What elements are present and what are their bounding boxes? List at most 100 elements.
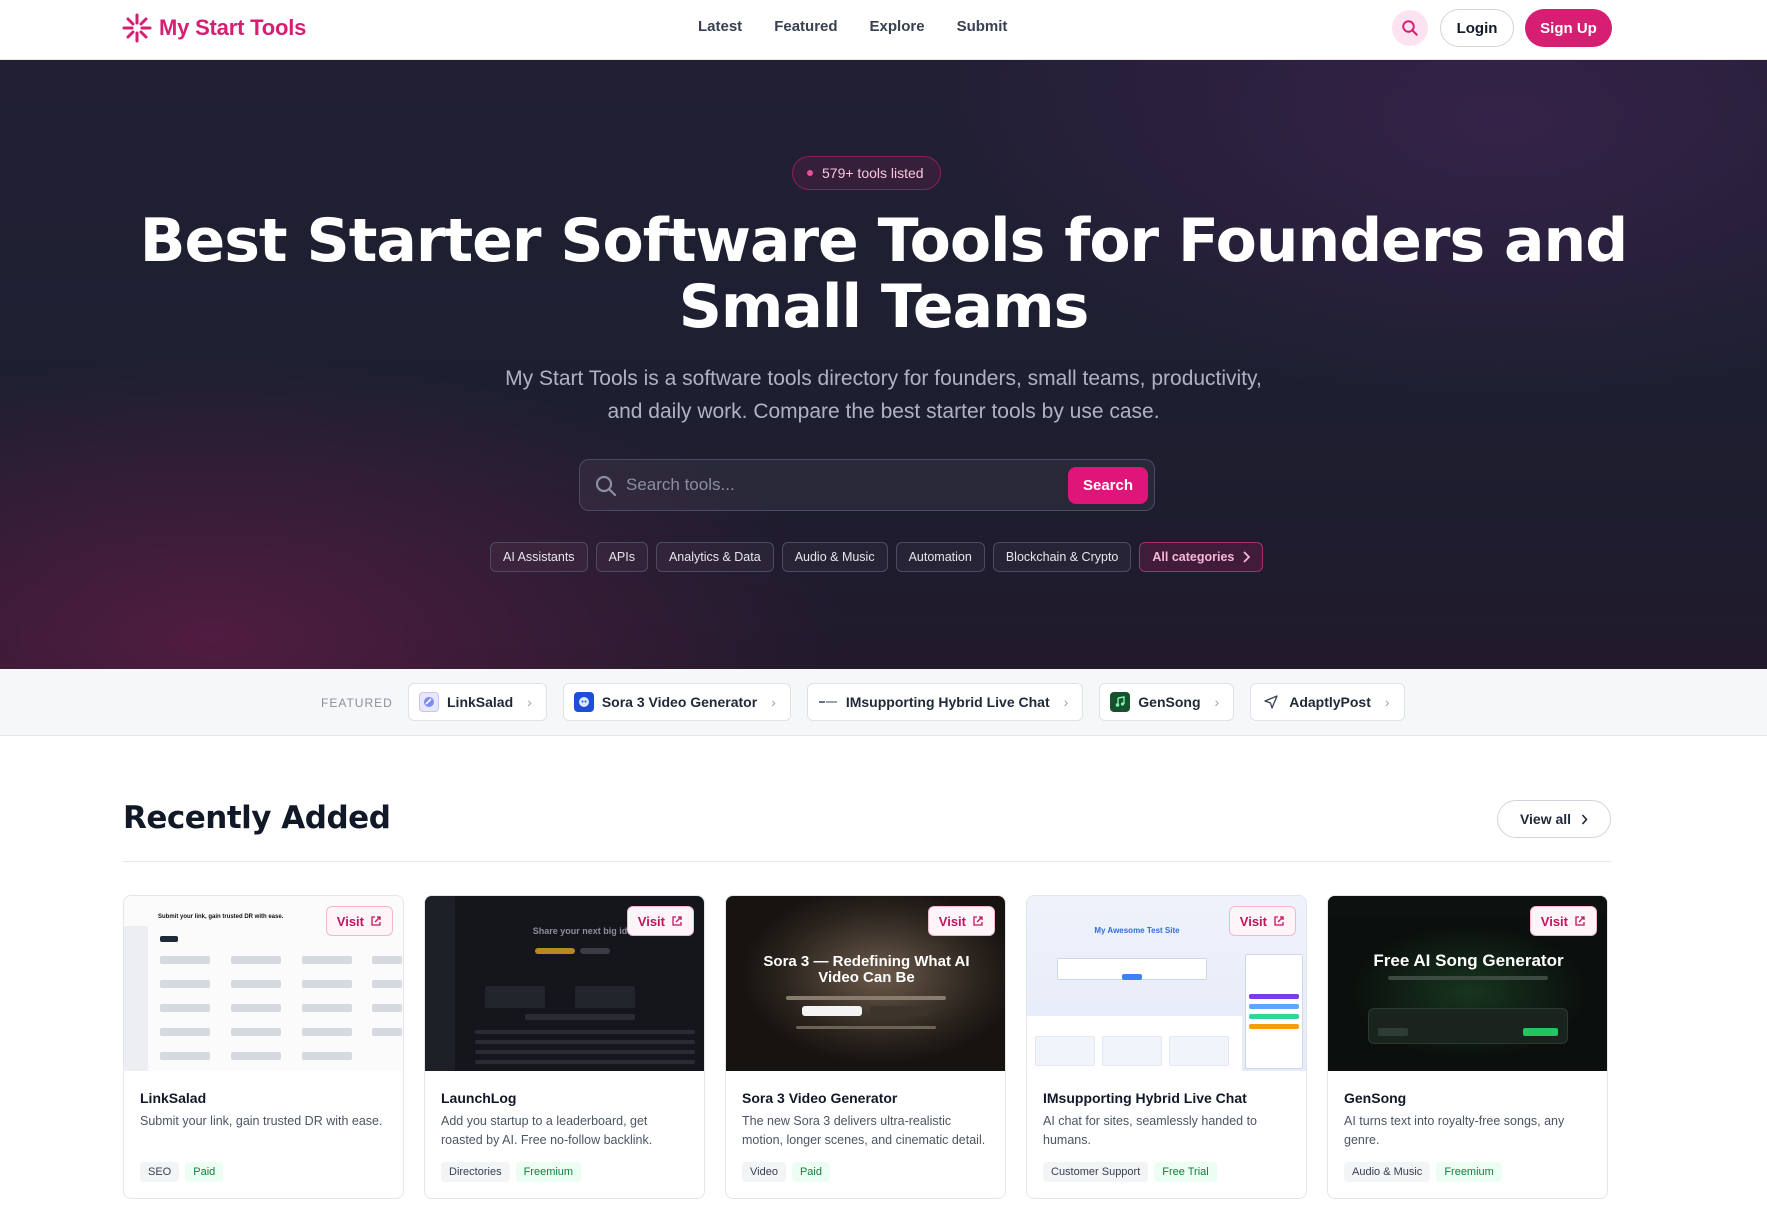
nav-featured[interactable]: Featured — [774, 18, 837, 35]
featured-strip: FEATURED LinkSalad › Sora 3 Video Genera… — [0, 669, 1767, 736]
all-categories-button[interactable]: All categories — [1139, 542, 1264, 572]
logo-text: My Start Tools — [159, 15, 307, 40]
tool-description: Submit your link, gain trusted DR with e… — [140, 1114, 383, 1128]
pricing-tag: Freemium — [1436, 1162, 1502, 1182]
featured-item-label: GenSong — [1138, 694, 1201, 710]
header-search-button[interactable] — [1392, 10, 1428, 46]
chevron-right-icon: › — [527, 694, 532, 710]
hero-subtitle: My Start Tools is a software tools direc… — [505, 367, 1262, 423]
nav-submit[interactable]: Submit — [957, 18, 1008, 35]
featured-item-linksalad[interactable]: LinkSalad › — [408, 683, 547, 721]
chevron-right-icon: › — [1384, 694, 1390, 710]
category-tag[interactable]: Customer Support — [1043, 1162, 1149, 1182]
visit-button[interactable]: Visit — [1228, 906, 1296, 936]
visit-label: Visit — [1540, 913, 1568, 929]
featured-item-label: Sora 3 Video Generator — [601, 694, 758, 710]
tool-name: LinkSalad — [140, 1090, 207, 1106]
chevron-right-icon — [1581, 813, 1588, 825]
sparkle-logo-icon — [122, 13, 152, 43]
search-input[interactable] — [626, 470, 1026, 500]
thumb-headline: My Awesome Test Site — [1094, 926, 1180, 935]
tool-card[interactable]: My Awesome Test Site Visit IMsupporting … — [1026, 895, 1307, 1199]
search-icon — [1402, 20, 1418, 36]
tools-count-badge: 579+ tools listed — [792, 156, 941, 190]
pricing-tag: Paid — [791, 1162, 830, 1182]
tool-card[interactable]: Share your next big idea Visit LaunchLog… — [424, 895, 705, 1199]
visit-label: Visit — [336, 913, 364, 929]
tool-card[interactable]: Sora 3 — Redefining What AI Video Can Be… — [725, 895, 1006, 1199]
category-chip[interactable]: Audio & Music — [781, 542, 888, 572]
thumb-headline: Submit your link, gain trusted DR with e… — [158, 914, 284, 920]
logo[interactable]: My Start Tools — [121, 10, 306, 46]
pricing-tag: Paid — [185, 1162, 224, 1182]
tool-name: GenSong — [1344, 1090, 1407, 1106]
tool-tags: Audio & Music Freemium — [1344, 1162, 1502, 1182]
nav-explore[interactable]: Explore — [870, 18, 925, 35]
external-link-icon — [371, 916, 381, 926]
category-chip[interactable]: Analytics & Data — [655, 542, 774, 572]
category-chip[interactable]: APIs — [595, 542, 648, 572]
badge-text: 579+ tools listed — [822, 165, 924, 181]
external-link-icon — [1575, 916, 1585, 926]
badge-dot — [807, 170, 813, 176]
hero-title: Best Starter Software Tools for Founders… — [139, 206, 1628, 342]
search-button[interactable]: Search — [1068, 467, 1148, 504]
category-chip[interactable]: AI Assistants — [490, 542, 588, 572]
chevron-right-icon: › — [1214, 694, 1220, 710]
visit-button[interactable]: Visit — [927, 906, 995, 936]
visit-label: Visit — [1239, 913, 1267, 929]
tool-tags: SEO Paid — [140, 1162, 224, 1182]
category-tag[interactable]: Video — [742, 1162, 786, 1182]
main-nav: Latest Featured Explore Submit — [698, 18, 1007, 35]
hero-section: 579+ tools listed Best Starter Software … — [0, 60, 1767, 669]
featured-item-label: AdaptlyPost — [1289, 694, 1371, 710]
featured-label: FEATURED — [321, 696, 393, 710]
tool-description: Add you startup to a leaderboard, get ro… — [441, 1114, 653, 1147]
chevron-right-icon — [1243, 551, 1251, 563]
thumb-headline: Free AI Song Generator — [1373, 951, 1564, 970]
signup-button[interactable]: Sign Up — [1525, 9, 1612, 47]
visit-button[interactable]: Visit — [325, 906, 393, 936]
linksalad-icon — [419, 692, 439, 712]
sora-icon — [573, 692, 594, 712]
category-chip[interactable]: Automation — [895, 542, 985, 572]
category-chips: AI Assistants APIs Analytics & Data Audi… — [490, 542, 1264, 572]
music-note-icon — [1110, 692, 1131, 712]
tool-card[interactable]: Free AI Song Generator Visit GenSong AI … — [1327, 895, 1608, 1199]
view-all-label: View all — [1519, 811, 1572, 827]
paper-plane-icon — [1261, 692, 1281, 712]
featured-list: LinkSalad › Sora 3 Video Generator › IMs… — [408, 683, 1405, 721]
all-categories-label: All categories — [1152, 550, 1235, 564]
tool-description: The new Sora 3 delivers ultra-realistic … — [742, 1114, 986, 1147]
featured-item-sora[interactable]: Sora 3 Video Generator › — [562, 683, 791, 721]
tool-name: Sora 3 Video Generator — [742, 1090, 898, 1106]
external-link-icon — [672, 916, 682, 926]
view-all-button[interactable]: View all — [1497, 800, 1611, 838]
category-tag[interactable]: Audio & Music — [1344, 1162, 1431, 1182]
pricing-tag: Free Trial — [1154, 1162, 1217, 1182]
section-title: Recently Added — [123, 800, 391, 836]
imsupporting-icon — [818, 692, 838, 712]
nav-latest[interactable]: Latest — [698, 18, 742, 35]
external-link-icon — [1274, 916, 1284, 926]
tool-tags: Customer Support Free Trial — [1043, 1162, 1217, 1182]
category-tag[interactable]: SEO — [140, 1162, 180, 1182]
category-chip[interactable]: Blockchain & Crypto — [992, 542, 1132, 572]
featured-item-imsupporting[interactable]: IMsupporting Hybrid Live Chat › — [806, 683, 1084, 721]
visit-button[interactable]: Visit — [1529, 906, 1597, 936]
external-link-icon — [973, 916, 983, 926]
recent-cards: Submit your link, gain trusted DR with e… — [123, 895, 1608, 1199]
thumb-headline: Sora 3 — Redefining What AI Video Can Be — [763, 953, 970, 986]
tool-tags: Directories Freemium — [441, 1162, 582, 1182]
search-icon — [595, 475, 617, 497]
featured-item-adaptlypost[interactable]: AdaptlyPost › — [1250, 683, 1405, 721]
featured-item-gensong[interactable]: GenSong › — [1099, 683, 1235, 721]
tool-card[interactable]: Submit your link, gain trusted DR with e… — [123, 895, 404, 1199]
visit-label: Visit — [637, 913, 665, 929]
top-navbar: My Start Tools Latest Featured Explore S… — [0, 0, 1767, 60]
login-button[interactable]: Login — [1440, 9, 1514, 47]
category-tag[interactable]: Directories — [441, 1162, 510, 1182]
visit-button[interactable]: Visit — [626, 906, 694, 936]
pricing-tag: Freemium — [515, 1162, 582, 1182]
featured-item-label: IMsupporting Hybrid Live Chat — [845, 694, 1050, 710]
